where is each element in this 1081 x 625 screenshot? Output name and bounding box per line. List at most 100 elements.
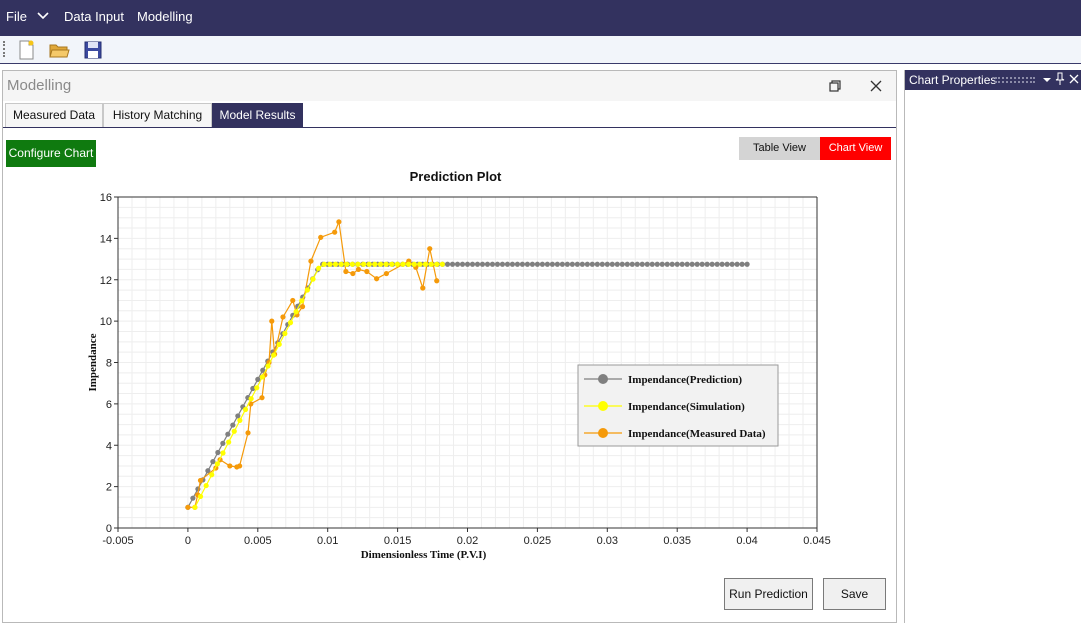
- chevron-down-icon[interactable]: [37, 8, 49, 27]
- prediction-series-point: [714, 261, 720, 267]
- dropdown-arrow-icon[interactable]: [1042, 72, 1052, 91]
- prediction-series-point: [639, 261, 645, 267]
- measured-series-point: [374, 276, 380, 282]
- prediction-series-point: [664, 261, 670, 267]
- close-icon[interactable]: [866, 76, 886, 96]
- prediction-chart: -0.005 0 0.005 0.01 0.015 0.02 0.025 0.03 0.035 0…: [87, 169, 831, 561]
- measured-series-point: [343, 268, 349, 275]
- prediction-series-point: [644, 261, 650, 267]
- x-axis-label: Dimensionless Time (P.V.I): [361, 549, 487, 561]
- prediction-series-point: [574, 261, 580, 267]
- tab-measured-data[interactable]: Measured Data: [5, 103, 103, 127]
- simulation-series-point: [400, 261, 406, 267]
- y-tick-label: 14: [100, 233, 112, 245]
- save-button[interactable]: Save: [823, 578, 886, 610]
- simulation-series-point: [338, 261, 344, 267]
- x-tick-label: 0.025: [524, 535, 552, 547]
- toolbar: [0, 36, 1081, 64]
- close-icon[interactable]: [1068, 72, 1080, 91]
- y-tick-label: 6: [106, 399, 112, 411]
- prediction-series-point: [659, 261, 665, 267]
- prediction-series-point: [215, 449, 221, 456]
- menu-file[interactable]: File: [6, 9, 27, 24]
- chart-properties-panel: Chart Properties: [904, 70, 1081, 623]
- simulation-series-point: [192, 504, 198, 510]
- measured-series-point: [383, 270, 390, 277]
- simulation-series-point: [422, 261, 429, 267]
- prediction-series-point: [649, 261, 655, 267]
- legend-swatch-marker: [598, 374, 608, 384]
- simulation-series-point: [214, 461, 220, 467]
- prediction-series-point: [504, 261, 511, 267]
- simulation-series-point: [310, 276, 316, 282]
- x-tick-label: 0.035: [663, 535, 691, 547]
- run-prediction-button[interactable]: Run Prediction: [724, 578, 813, 610]
- prediction-series-point: [594, 261, 600, 267]
- open-folder-icon[interactable]: [48, 39, 70, 61]
- simulation-series-point: [242, 406, 249, 413]
- simulation-series-point: [299, 298, 305, 304]
- y-tick-label: 8: [106, 358, 112, 370]
- panel-header: Modelling: [3, 71, 896, 101]
- measured-series-point: [308, 258, 314, 264]
- measured-series-point: [227, 463, 233, 469]
- y-tick-label: 2: [106, 482, 112, 494]
- simulation-series-point: [394, 261, 400, 267]
- y-tick-label: 16: [100, 192, 112, 204]
- panel-grip[interactable]: [995, 77, 1035, 83]
- legend-label: Impendance(Measured Data): [628, 428, 766, 440]
- chart-title: Prediction Plot: [410, 169, 502, 184]
- tab-model-results[interactable]: Model Results: [212, 103, 303, 127]
- toolbar-grip[interactable]: [3, 41, 5, 57]
- prediction-series-point: [509, 261, 516, 267]
- model-results-content: Configure Chart Table View Chart View -0…: [3, 127, 896, 622]
- simulation-series-point: [344, 261, 350, 267]
- prediction-series-point: [464, 261, 471, 267]
- prediction-series-point: [684, 261, 690, 267]
- prediction-series-point: [619, 261, 625, 267]
- prediction-series-point: [220, 440, 226, 446]
- prediction-series-point: [579, 261, 585, 267]
- prediction-series-point: [569, 261, 575, 267]
- simulation-series-point: [434, 261, 440, 267]
- legend-swatch-marker: [598, 428, 608, 438]
- simulation-series-point: [237, 417, 243, 423]
- x-tick-label: 0.015: [384, 535, 412, 547]
- prediction-series-point: [739, 261, 745, 267]
- simulation-series-point: [220, 450, 226, 456]
- prediction-series-point: [534, 261, 541, 267]
- simulation-series-point: [372, 261, 378, 267]
- measured-series-point: [290, 297, 296, 304]
- simulation-series-point: [259, 374, 265, 380]
- simulation-series-point: [316, 265, 322, 271]
- prediction-series-point: [479, 261, 486, 267]
- simulation-series-point: [327, 261, 333, 267]
- prediction-series-point: [689, 261, 695, 267]
- pin-icon[interactable]: [1054, 71, 1066, 92]
- tab-history-matching[interactable]: History Matching: [103, 103, 212, 127]
- chart-properties-header: Chart Properties: [905, 70, 1081, 90]
- simulation-series-point: [287, 320, 294, 326]
- measured-series-point: [197, 477, 204, 484]
- prediction-series-point: [724, 261, 730, 267]
- menu-data-input[interactable]: Data Input: [64, 9, 124, 24]
- prediction-series-point: [489, 261, 496, 267]
- prediction-series-point: [694, 261, 700, 267]
- y-tick-label: 12: [100, 275, 112, 287]
- prediction-series-point: [235, 413, 241, 419]
- x-tick-label: 0.045: [803, 535, 831, 547]
- prediction-series-point: [544, 261, 550, 267]
- y-tick-label: 0: [106, 523, 112, 535]
- prediction-series-point: [230, 422, 236, 428]
- simulation-series-point: [203, 482, 209, 489]
- measured-series-point: [245, 430, 251, 436]
- menu-modelling[interactable]: Modelling: [137, 9, 193, 24]
- prediction-series-point: [539, 261, 545, 267]
- y-tick-label: 10: [100, 316, 112, 328]
- save-icon[interactable]: [82, 39, 104, 61]
- x-tick-label: 0.01: [317, 535, 338, 547]
- restore-window-icon[interactable]: [826, 76, 846, 96]
- x-tick-label: -0.005: [102, 535, 133, 547]
- new-file-icon[interactable]: [15, 39, 37, 61]
- prediction-series-point: [225, 431, 231, 437]
